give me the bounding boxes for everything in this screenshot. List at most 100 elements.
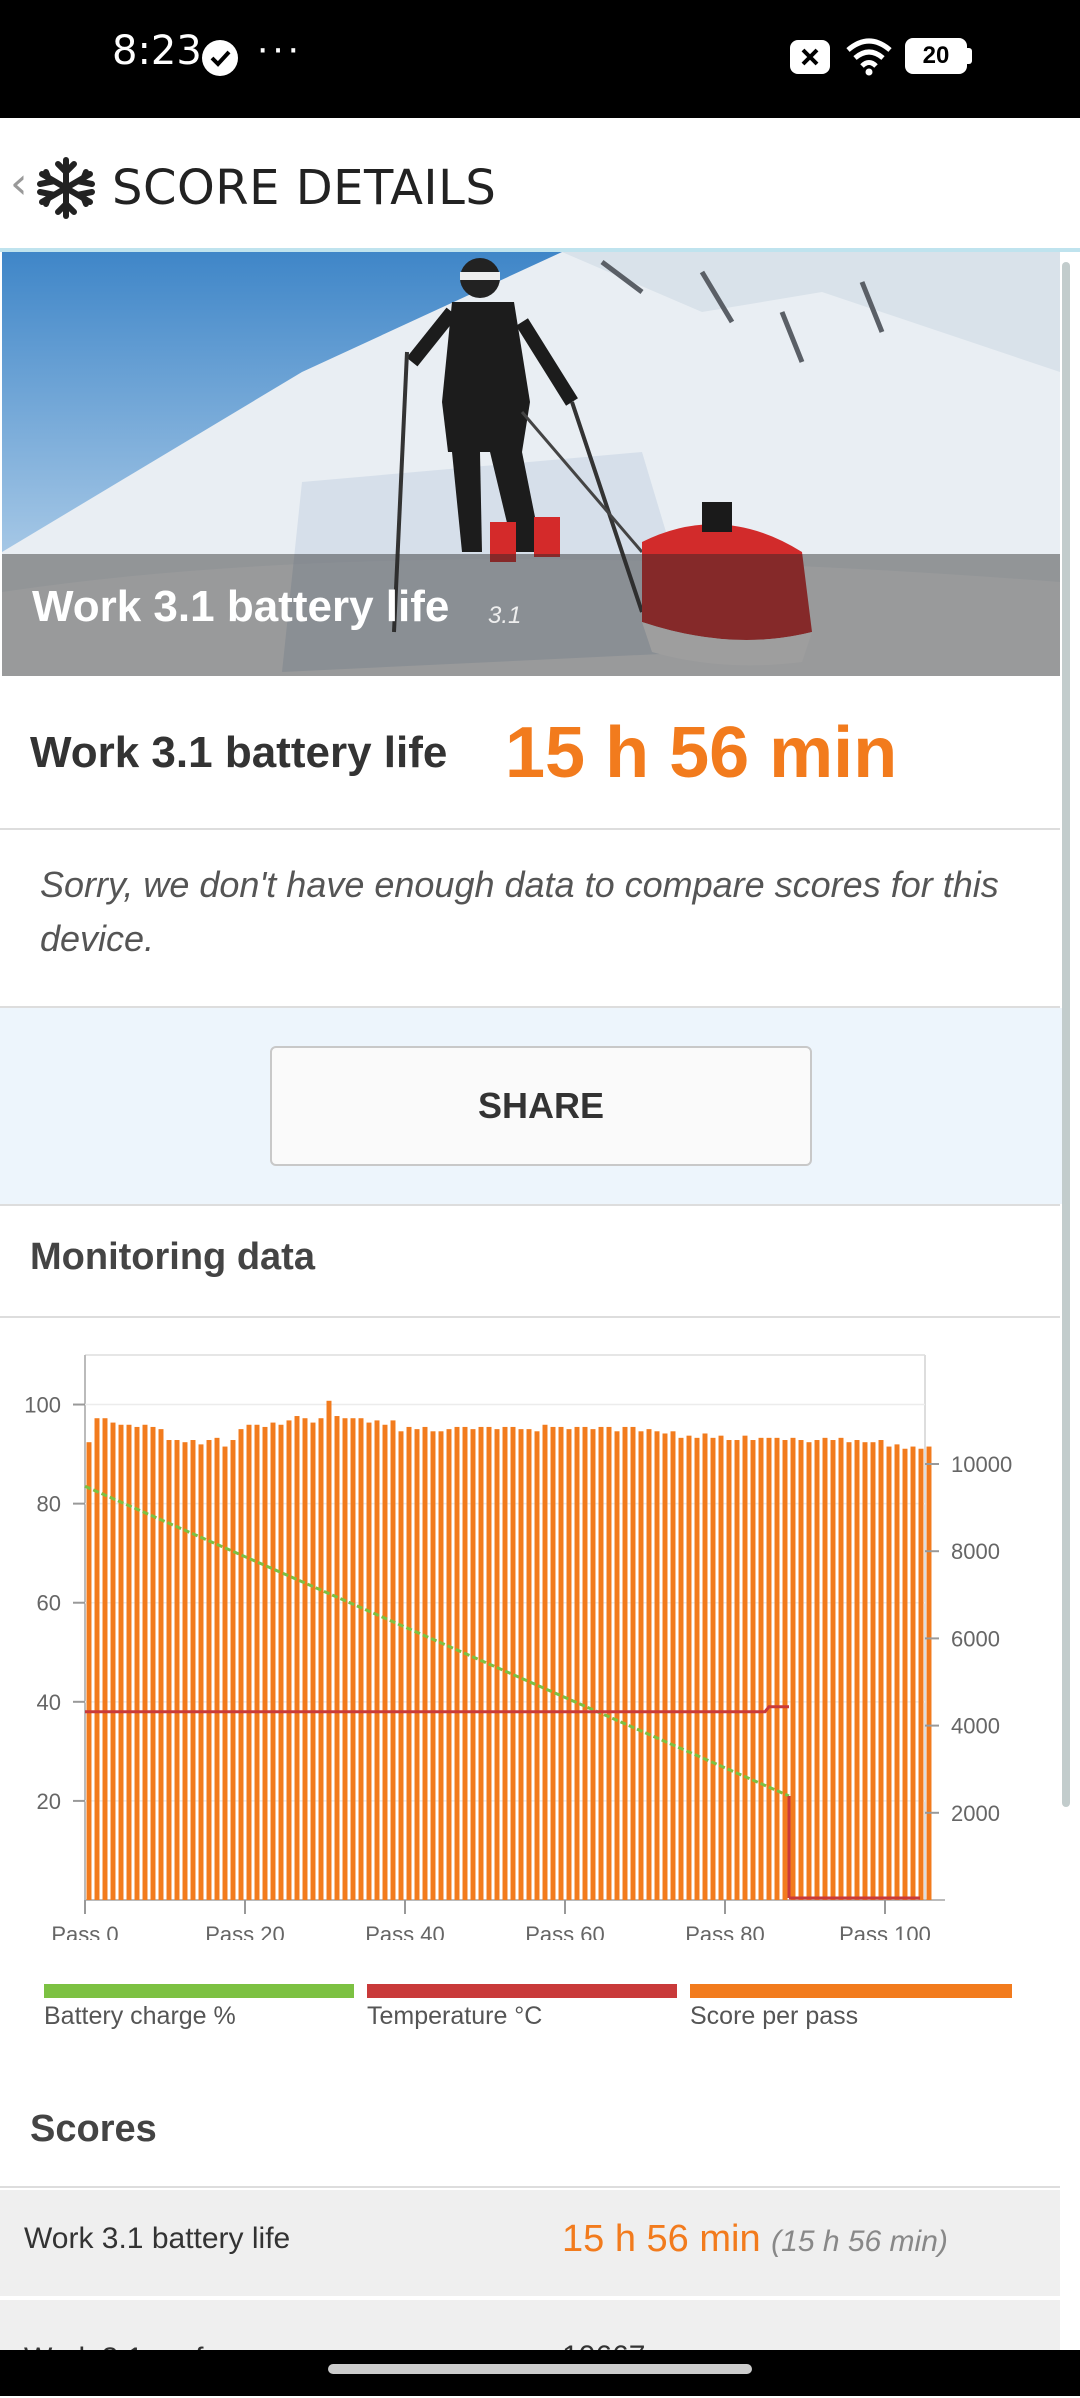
chart-bar (798, 1440, 804, 1900)
chart-bar (414, 1429, 420, 1900)
battery-tip (966, 48, 972, 64)
divider (0, 1316, 1060, 1318)
chart-bar (326, 1400, 332, 1900)
chart-bar (438, 1431, 444, 1900)
chart-right-tick-label: 6000 (951, 1626, 1000, 1651)
chart-bar (870, 1442, 876, 1900)
chart-bar (286, 1420, 292, 1900)
chart-bar (430, 1431, 436, 1900)
chart-bar (558, 1426, 564, 1900)
chart-bar (142, 1424, 148, 1900)
legend-swatch-battery (44, 1984, 354, 1998)
chart-bar (462, 1426, 468, 1900)
hero-version: 3.1 (488, 602, 522, 629)
chart-bar (894, 1444, 900, 1900)
hero-title: Work 3.1 battery life (32, 582, 450, 631)
chart-bar (630, 1426, 636, 1900)
chart-bar (598, 1426, 604, 1900)
battery-icon: 20 (905, 38, 967, 74)
legend-swatch-temperature (367, 1984, 677, 1998)
chart-bar (494, 1429, 500, 1900)
chart-bar (838, 1437, 844, 1900)
chart-bar (318, 1418, 324, 1900)
chart-right-tick-label: 8000 (951, 1539, 1000, 1564)
chart-left-tick-label: 80 (37, 1492, 61, 1517)
chart-bar (294, 1416, 300, 1900)
chart-bar (270, 1422, 276, 1900)
chart-x-tick-label: Pass 80 (685, 1922, 765, 1940)
chart-x-tick-label: Pass 0 (51, 1922, 118, 1940)
back-chevron-icon[interactable]: ‹ (10, 158, 28, 209)
chart-bar (726, 1440, 732, 1900)
chart-bar (542, 1424, 548, 1900)
share-button[interactable]: SHARE (270, 1046, 812, 1166)
chart-bar (774, 1437, 780, 1900)
score-row-label: Work 3.1 battery life (24, 2222, 291, 2255)
chart-bar (422, 1426, 428, 1900)
chart-bar (302, 1418, 308, 1900)
chart-bar (358, 1418, 364, 1900)
chart-bar (702, 1433, 708, 1900)
chart-bar (310, 1422, 316, 1900)
chart-bar (910, 1446, 916, 1900)
chart-bar (790, 1437, 796, 1900)
app-bar: ‹ SCORE DETAILS (0, 118, 1080, 252)
chart-bar (470, 1429, 476, 1900)
chart-bar (830, 1440, 836, 1900)
chart-bar (878, 1440, 884, 1900)
score-row: Work 3.1 battery life 15 h 56 min (15 h … (0, 2190, 1060, 2296)
score-row-value: 15 h 56 min (15 h 56 min) (562, 2218, 948, 2261)
score-label: Work 3.1 battery life (30, 728, 448, 777)
chart-bar (822, 1437, 828, 1900)
chart-bar (446, 1429, 452, 1900)
chart-bar (174, 1440, 180, 1900)
scores-title: Scores (30, 2108, 157, 2150)
chart-left-tick-label: 60 (37, 1591, 61, 1616)
chart-bar (566, 1429, 572, 1900)
chart-bar (246, 1424, 252, 1900)
snowflake-icon (34, 156, 98, 225)
chart-bar (182, 1442, 188, 1900)
chart-bar (158, 1429, 164, 1900)
chart-bar (694, 1437, 700, 1900)
checkmark-icon (202, 40, 238, 76)
score-row-main: 15 h 56 min (562, 2218, 761, 2260)
scrollbar[interactable] (1062, 262, 1070, 1807)
chart-bar (254, 1424, 260, 1900)
chart-bar (750, 1440, 756, 1900)
chart-bar (710, 1437, 716, 1900)
chart-bar (590, 1429, 596, 1900)
chart-bar (502, 1426, 508, 1900)
chart-x-tick-label: Pass 100 (839, 1922, 931, 1940)
status-time: 8:23 (112, 28, 202, 74)
chart-bar (678, 1437, 684, 1900)
chart-bar (454, 1426, 460, 1900)
chart-bar (342, 1418, 348, 1900)
chart-bar (102, 1418, 108, 1900)
chart-bar (366, 1422, 372, 1900)
chart-right-tick-label: 10000 (951, 1452, 1012, 1477)
chart-bar (814, 1440, 820, 1900)
home-handle[interactable] (328, 2364, 752, 2374)
chart-bar (518, 1429, 524, 1900)
share-section: SHARE (0, 1008, 1062, 1204)
compare-text: Sorry, we don't have enough data to comp… (40, 864, 999, 959)
chart-bar (126, 1424, 132, 1900)
monitoring-chart: 100 80 60 40 20 10000 8000 6000 4000 2000 Pass 0 Pa… (24, 1354, 1012, 1940)
chart-bar (742, 1435, 748, 1900)
chart-bar (526, 1429, 532, 1900)
chart-bar (686, 1435, 692, 1900)
chart-bar (574, 1426, 580, 1900)
chart-bar (534, 1431, 540, 1900)
chart-bar (662, 1433, 668, 1900)
chart-bar (206, 1440, 212, 1900)
chart-bar (262, 1426, 268, 1900)
chart-bar (862, 1442, 868, 1900)
chart-bar (654, 1431, 660, 1900)
chart-bar (782, 1440, 788, 1900)
chart-right-tick-label: 2000 (951, 1801, 1000, 1826)
chart-bar (334, 1416, 340, 1900)
more-notifications-icon: ··· (256, 26, 302, 70)
monitoring-title: Monitoring data (30, 1236, 315, 1278)
chart-bar (350, 1418, 356, 1900)
